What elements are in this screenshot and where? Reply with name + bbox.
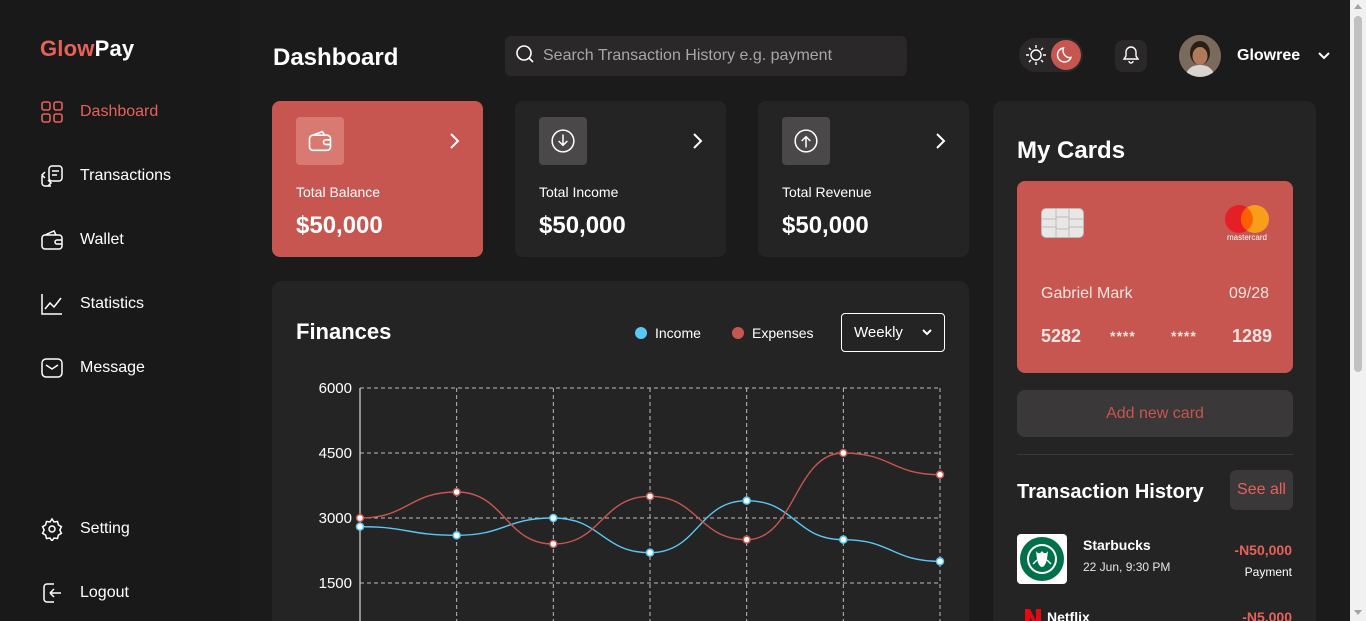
page-title: Dashboard xyxy=(273,44,399,71)
sidebar-item-label: Message xyxy=(80,359,145,376)
my-cards-title: My Cards xyxy=(1017,137,1126,164)
stat-label: Total Balance xyxy=(296,184,381,200)
chevron-right-icon[interactable] xyxy=(690,131,704,151)
transaction-history-title: Transaction History xyxy=(1017,481,1204,503)
sun-icon[interactable] xyxy=(1023,42,1049,68)
stat-value: $50,000 xyxy=(782,212,869,239)
transaction-amount: -N5,000 xyxy=(1242,609,1292,621)
data-point-income xyxy=(645,548,655,557)
sidebar-item-statistics[interactable]: Statistics xyxy=(40,292,144,316)
data-point-income xyxy=(549,513,558,523)
sidebar-item-setting[interactable]: Setting xyxy=(40,517,130,541)
transaction-date: 22 Jun, 9:30 PM xyxy=(1083,560,1171,574)
grid-icon xyxy=(40,100,64,124)
y-tick-label: 1500 xyxy=(319,575,352,592)
chip-icon xyxy=(1041,208,1084,238)
notification-button[interactable] xyxy=(1115,40,1147,72)
data-point-expenses xyxy=(355,513,365,523)
sidebar-item-label: Wallet xyxy=(80,231,124,248)
sidebar-item-label: Statistics xyxy=(80,295,145,312)
see-all-button[interactable]: See all xyxy=(1230,470,1293,510)
logo-glow: Glow xyxy=(40,36,95,61)
chevron-down-icon[interactable] xyxy=(1316,47,1332,63)
search-icon xyxy=(515,44,535,69)
page-scrollbar[interactable] xyxy=(1350,0,1366,621)
sidebar-item-label: Transactions xyxy=(80,167,171,184)
chevron-right-icon[interactable] xyxy=(933,131,947,151)
data-point-income xyxy=(355,522,365,531)
finances-chart: 6000 4500 3000 1500 xyxy=(319,380,945,621)
download-icon xyxy=(539,117,587,165)
card-number-mask: **** xyxy=(1171,328,1197,344)
wallet-icon xyxy=(40,228,64,252)
transaction-amount: -N50,000 xyxy=(1234,542,1292,558)
stat-card-total-revenue[interactable]: Total Revenue $50,000 xyxy=(758,101,969,257)
y-tick-label: 6000 xyxy=(319,380,352,397)
finances-panel: Finances Income Expenses Weekly 6000 4500… xyxy=(272,281,969,621)
sidebar: GlowPay Dashboard Transactions Wallet St… xyxy=(0,0,240,621)
sidebar-item-transactions[interactable]: Transactions xyxy=(40,164,171,188)
add-card-button[interactable]: Add new card xyxy=(1017,390,1293,437)
card-holder: Gabriel Mark xyxy=(1041,285,1133,302)
transactions-icon xyxy=(40,164,64,188)
y-tick-label: 4500 xyxy=(319,445,352,462)
user-name[interactable]: Glowree xyxy=(1237,47,1300,65)
sidebar-item-logout[interactable]: Logout xyxy=(40,581,129,605)
data-point-expenses xyxy=(935,470,945,479)
stat-card-total-balance[interactable]: Total Balance $50,000 xyxy=(272,101,483,257)
stat-label: Total Income xyxy=(539,184,619,200)
chevron-right-icon[interactable] xyxy=(447,131,461,151)
stat-label: Total Revenue xyxy=(782,184,872,200)
logout-icon xyxy=(40,581,64,605)
chart-line-icon xyxy=(40,292,64,316)
message-icon xyxy=(40,356,64,380)
main-content: Dashboard Glowree Total Balance xyxy=(240,0,1350,621)
sidebar-item-dashboard[interactable]: Dashboard xyxy=(40,100,158,124)
data-point-expenses xyxy=(839,448,848,458)
sidebar-item-wallet[interactable]: Wallet xyxy=(40,228,124,252)
scroll-up-arrow[interactable] xyxy=(1354,4,1362,9)
theme-toggle[interactable] xyxy=(1019,38,1083,72)
starbucks-logo xyxy=(1017,534,1067,584)
data-point-income xyxy=(839,535,848,544)
divider xyxy=(1017,454,1293,455)
data-point-expenses xyxy=(742,535,751,544)
gear-icon xyxy=(40,517,64,541)
card-brand: mastercard xyxy=(1226,233,1267,242)
scroll-down-arrow[interactable] xyxy=(1354,610,1362,615)
card-number-last: 1289 xyxy=(1232,326,1273,346)
bank-card[interactable]: mastercard Gabriel Mark 09/28 5282 **** … xyxy=(1017,181,1293,373)
card-expiry: 09/28 xyxy=(1228,285,1269,302)
right-panel: My Cards mastercard Gabriel Mark 09/28 5… xyxy=(993,101,1316,621)
card-number-mask: **** xyxy=(1110,328,1136,344)
sidebar-item-label: Logout xyxy=(80,584,129,601)
data-point-income xyxy=(452,531,461,540)
sidebar-item-message[interactable]: Message xyxy=(40,356,145,380)
stat-card-total-income[interactable]: Total Income $50,000 xyxy=(515,101,726,257)
data-point-income xyxy=(935,557,945,566)
search-input[interactable] xyxy=(543,47,903,65)
stat-value: $50,000 xyxy=(539,212,626,239)
wallet-icon xyxy=(296,117,344,165)
moon-icon[interactable] xyxy=(1051,40,1081,70)
y-tick-label: 3000 xyxy=(319,510,352,527)
search-bar[interactable] xyxy=(505,36,907,76)
sidebar-item-label: Setting xyxy=(80,520,130,537)
stat-value: $50,000 xyxy=(296,212,383,239)
card-number-first: 5282 xyxy=(1041,326,1082,346)
transaction-type: Payment xyxy=(1244,565,1292,579)
data-point-expenses xyxy=(549,539,558,549)
data-point-expenses xyxy=(645,492,655,501)
scroll-thumb[interactable] xyxy=(1354,16,1362,372)
bell-icon xyxy=(1121,44,1141,69)
logo-pay: Pay xyxy=(94,36,135,61)
upload-icon xyxy=(782,117,830,165)
avatar[interactable] xyxy=(1179,35,1221,77)
transaction-name: Starbucks xyxy=(1083,537,1151,553)
data-point-income xyxy=(742,496,751,505)
sidebar-item-label: Dashboard xyxy=(80,103,159,120)
app-logo[interactable]: GlowPay xyxy=(40,36,134,62)
transaction-name: Netflix xyxy=(1047,609,1090,621)
data-point-expenses xyxy=(452,487,461,497)
